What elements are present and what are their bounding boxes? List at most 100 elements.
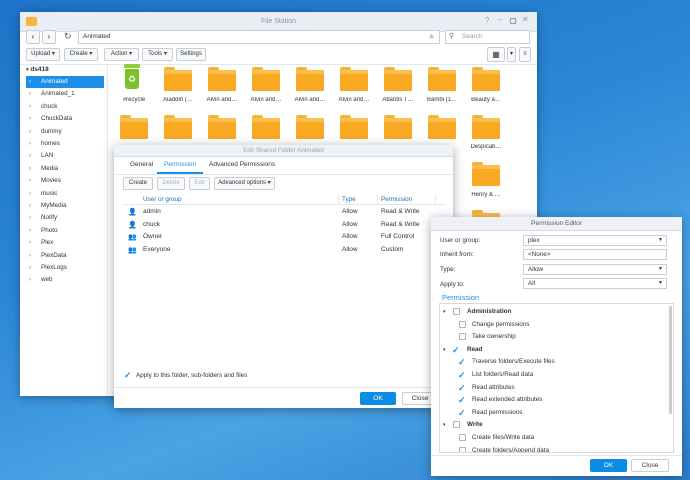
column-user-or-group[interactable]: User or group [143,196,182,203]
permission-checkbox[interactable]: ✓ [458,358,466,367]
permission-option[interactable]: Create files/Write data [458,432,658,444]
sidebar-item-web[interactable]: › web [26,274,104,286]
permission-checkbox[interactable] [459,333,466,341]
type-select[interactable]: Allow ▼ [523,264,667,275]
tab-general[interactable]: General [130,161,153,168]
close-icon[interactable]: ✕ [522,15,529,24]
search-input[interactable]: ⚲ Search [445,30,530,44]
sidebar-item-chuck[interactable]: › chuck [26,101,104,113]
permission-option[interactable]: ✓ Read extended attributes [458,394,658,406]
folder-icon[interactable] [472,115,500,139]
sidebar-item-music[interactable]: › music [26,188,104,200]
create-button[interactable]: Create ▾ [64,48,98,61]
folder-icon[interactable] [472,162,500,186]
file-label[interactable]: Aladdin (… [156,97,200,103]
folder-icon[interactable] [384,67,412,91]
sort-button[interactable]: ≡ [519,47,531,62]
tools-button[interactable]: Tools ▾ [142,48,173,61]
star-icon[interactable]: ★ [428,31,435,43]
permission-group-administration[interactable]: ▾ Administration [443,306,663,318]
delete-button[interactable]: Delete [157,177,185,190]
file-label[interactable]: Alvin and… [332,97,376,103]
tab-permission[interactable]: Permission [164,161,196,168]
permission-option[interactable]: ✓ List folders/Read data [458,369,658,381]
scrollbar[interactable] [669,306,672,414]
sidebar-item-photo[interactable]: › Photo [26,225,104,237]
sidebar-item-chuckdata[interactable]: › ChuckData [26,113,104,125]
folder-icon[interactable] [428,67,456,91]
recycle-bin-icon[interactable]: ♻ [122,64,142,90]
sidebar-item-lan[interactable]: › LAN [26,150,104,162]
folder-icon[interactable] [296,115,324,139]
upload-button[interactable]: Upload ▾ [26,48,60,61]
view-options-button[interactable]: ▾ [507,47,516,62]
folder-icon[interactable] [340,67,368,91]
permission-option[interactable]: ✓ Read permissions [458,407,658,419]
apply-to-select[interactable]: All ▼ [523,278,667,289]
view-grid-button[interactable]: ▦ [487,47,505,62]
folder-icon[interactable] [120,115,148,139]
folder-icon[interactable] [252,67,280,91]
tab-advanced-permissions[interactable]: Advanced Permissions [209,161,275,168]
group-checkbox[interactable]: ✓ [452,345,460,354]
table-row[interactable]: 👥 Owner Allow Full Control [122,231,445,243]
ok-button[interactable]: OK [360,392,396,405]
file-label[interactable]: Henry & … [464,192,508,198]
action-button[interactable]: Action ▾ [104,48,139,61]
ok-button[interactable]: OK [590,459,627,472]
file-label[interactable]: #recycle [112,97,156,103]
sidebar-item-mymedia[interactable]: › MyMedia [26,200,104,212]
group-checkbox[interactable] [453,308,460,315]
forward-button[interactable]: › [42,30,56,44]
permission-checkbox[interactable]: ✓ [458,371,466,380]
permission-checkbox[interactable]: ✓ [458,383,466,392]
dialog-titlebar[interactable]: Edit Shared Folder Animated [114,145,453,157]
file-label[interactable]: Atlantis T… [376,97,420,103]
permission-option[interactable]: Change permissions [458,319,658,331]
file-station-titlebar[interactable]: File Station ? – ✕ [20,12,537,32]
sidebar-item-movies[interactable]: › Movies [26,175,104,187]
settings-button[interactable]: Settings [176,48,206,61]
sidebar-item-notify[interactable]: › Notify [26,212,104,224]
edit-button[interactable]: Edit [189,177,210,190]
tree-root[interactable]: ▾ ds418 [26,66,49,73]
folder-icon[interactable] [164,115,192,139]
table-row[interactable]: 👤 chuck Allow Read & Write [122,219,445,231]
permission-option[interactable]: ✓ Traverse folders/Execute files [458,356,658,368]
file-label[interactable]: Alvin and… [200,97,244,103]
permission-group-read[interactable]: ▾ ✓ Read [443,344,663,356]
table-row[interactable]: 👤 admin Allow Read & Write [122,206,445,218]
sidebar-item-media[interactable]: › Media [26,163,104,175]
apply-checkbox[interactable]: ✓ [124,371,132,380]
file-label[interactable]: Alvin and… [244,97,288,103]
back-button[interactable]: ‹ [26,30,40,44]
permission-option[interactable]: Take ownership [458,331,658,343]
folder-icon[interactable] [472,67,500,91]
permission-checkbox[interactable]: ✓ [458,408,466,417]
file-label[interactable]: Alvin and… [288,97,332,103]
permission-group-write[interactable]: ▾ Write [443,419,663,431]
sidebar-item-animated[interactable]: › Animated [26,76,104,88]
folder-icon[interactable] [296,67,324,91]
group-checkbox[interactable] [453,421,460,429]
sidebar-item-homes[interactable]: › homes [26,138,104,150]
permission-editor-titlebar[interactable]: Permission Editor [431,217,682,231]
sidebar-item-animated_1[interactable]: › Animated_1 [26,88,104,100]
folder-icon[interactable] [252,115,280,139]
file-label[interactable]: Despicab… [464,144,508,150]
sidebar-item-plexlogs[interactable]: › PlexLogs [26,262,104,274]
sidebar-item-plexdata[interactable]: › PlexData [26,250,104,262]
refresh-icon[interactable]: ↻ [64,31,72,42]
permission-option[interactable]: ✓ Read attributes [458,382,658,394]
minimize-icon[interactable]: – [498,15,502,24]
folder-icon[interactable] [208,67,236,91]
maximize-icon[interactable] [510,18,516,24]
permission-checkbox[interactable] [459,434,466,441]
folder-icon[interactable] [164,67,192,91]
create-button[interactable]: Create [123,177,153,190]
folder-icon[interactable] [428,115,456,139]
column-type[interactable]: Type [342,196,356,203]
folder-icon[interactable] [384,115,412,139]
help-icon[interactable]: ? [485,16,489,25]
path-input[interactable]: Animated ★ [78,30,440,44]
